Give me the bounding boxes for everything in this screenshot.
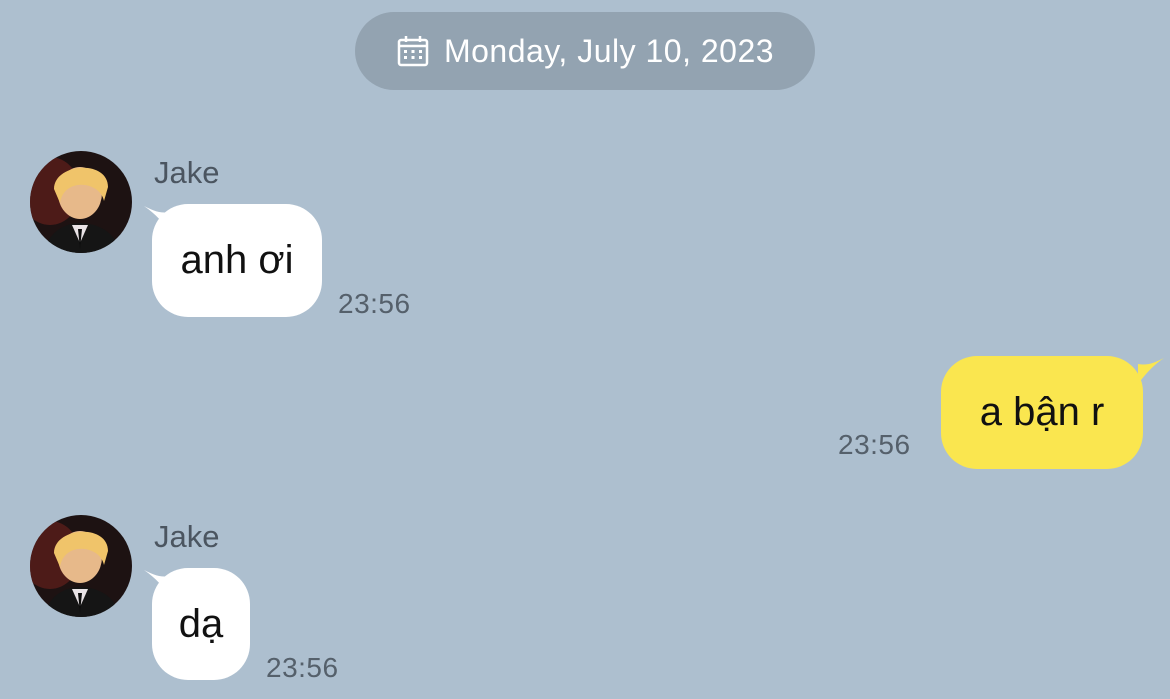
message-text: a bận r: [979, 390, 1105, 434]
sender-name: Jake: [154, 519, 220, 554]
chat-area: Monday, July 10, 2023 Jake anh ơi 23:56 …: [0, 0, 1170, 699]
avatar[interactable]: [30, 151, 132, 253]
message-time: 23:56: [838, 429, 911, 460]
avatar[interactable]: [30, 515, 132, 617]
bubble-tail: [1138, 358, 1164, 384]
calendar-icon: [396, 34, 430, 68]
message-bubble[interactable]: anh ơi: [152, 204, 322, 317]
message-text: dạ: [178, 601, 224, 646]
message-bubble[interactable]: dạ: [152, 568, 250, 680]
sender-name: Jake: [154, 155, 220, 190]
message-time: 23:56: [266, 652, 339, 683]
message-bubble[interactable]: a bận r: [941, 356, 1143, 469]
date-label: Monday, July 10, 2023: [443, 32, 775, 69]
message-text: anh ơi: [180, 238, 294, 282]
date-divider: Monday, July 10, 2023: [355, 12, 815, 90]
message-time: 23:56: [338, 288, 411, 319]
